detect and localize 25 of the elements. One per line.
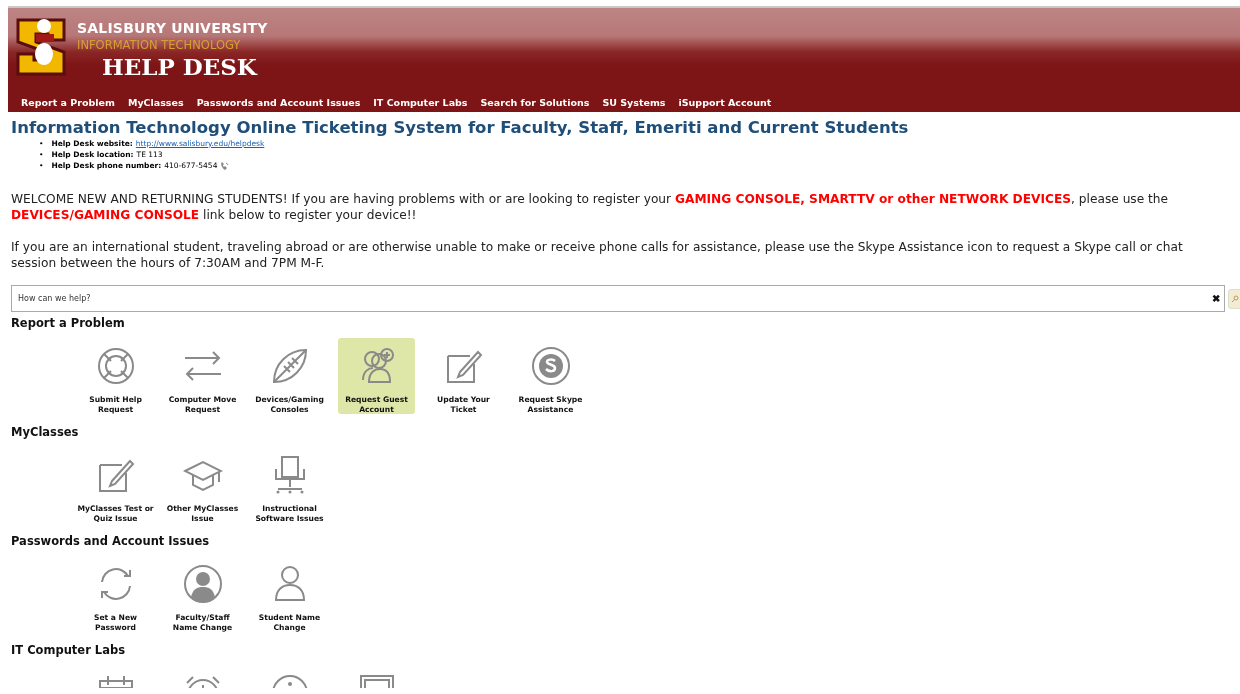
- university-name: SALISBURY UNIVERSITY: [77, 20, 268, 36]
- nav-link[interactable]: IT Computer Labs: [366, 95, 474, 110]
- site-title: HELP DESK: [102, 53, 259, 80]
- notice-text: If you are an international student, traveling abroad or are otherwise unable to make or receive phone calls for assistance, please use the Skype Assistance icon to request a Skype call or chat session between the hours of 7:30AM and 7PM M-F.: [11, 239, 1184, 271]
- lifebuoy-icon: [95, 346, 136, 386]
- notice-text: WELCOME NEW AND RETURNING STUDENTS! If you are having problems with or are looking to register your GAMING CONSOLE, SMARTTV or other NETWORK DEVICES, please use the DEVICES/GAMING CONSOLE link below to register your device!!: [11, 191, 1170, 223]
- nav-link[interactable]: MyClasses: [120, 95, 190, 110]
- letter-s-circle-icon: [530, 346, 571, 386]
- user-avatar-icon: [182, 564, 223, 604]
- phone-icon: [220, 160, 231, 171]
- clear-button[interactable]: ✖: [1212, 293, 1220, 304]
- search-field[interactable]: How can we help? ✖: [11, 285, 1225, 312]
- page-title: Information Technology Online Ticketing System for Faculty, Staff, Emeriti and Current Students: [11, 118, 910, 137]
- section-heading: Passwords and Account Issues: [11, 534, 211, 548]
- nav-link[interactable]: Report a Problem: [14, 95, 121, 110]
- nav-link[interactable]: Passwords and Account Issues: [189, 95, 367, 110]
- nav-link[interactable]: Search for Solutions: [473, 95, 596, 110]
- department-name: INFORMATION TECHNOLOGY: [77, 38, 242, 52]
- section-heading: Report a Problem: [11, 316, 126, 330]
- nav-link[interactable]: iSupport Account: [671, 95, 778, 110]
- search-icon: [1231, 295, 1239, 303]
- section-heading: IT Computer Labs: [11, 643, 126, 657]
- nav-link[interactable]: SU Systems: [595, 95, 672, 110]
- section-heading: MyClasses: [11, 425, 80, 439]
- search-button[interactable]: [1228, 288, 1240, 309]
